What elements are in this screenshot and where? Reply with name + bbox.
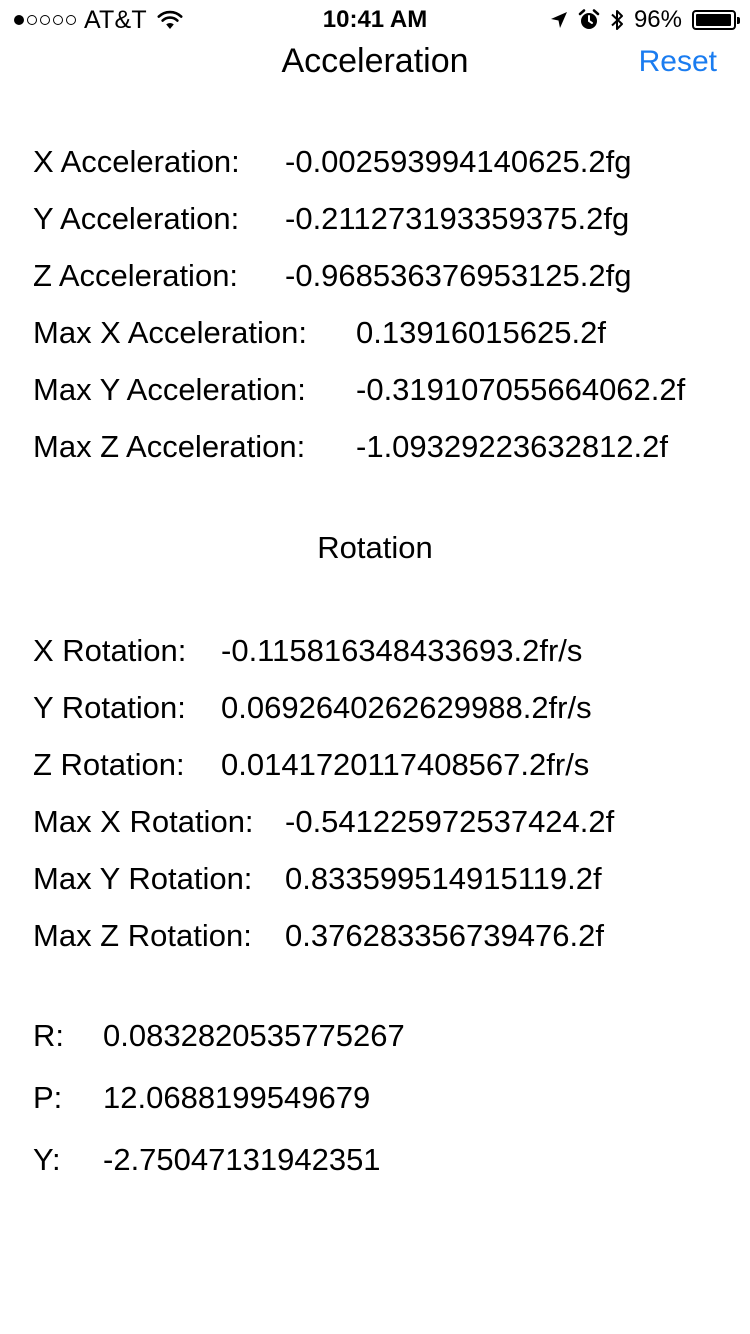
- z-rotation-label: Z Rotation:: [33, 747, 185, 782]
- max-y-acceleration-label: Max Y Acceleration:: [33, 372, 306, 407]
- pitch-value: 12.0688199549679: [103, 1080, 371, 1115]
- pitch-row: P: 12.0688199549679: [33, 1078, 370, 1118]
- max-z-acceleration-row: Max Z Acceleration: -1.09329223632812.2f: [33, 427, 668, 467]
- y-rotation-label: Y Rotation:: [33, 690, 186, 725]
- alarm-clock-icon: [578, 9, 600, 29]
- max-x-acceleration-label: Max X Acceleration:: [33, 315, 307, 350]
- status-bar: AT&T 10:41 AM 96%: [0, 0, 750, 40]
- yaw-label: Y:: [33, 1142, 61, 1177]
- location-arrow-icon: [550, 12, 567, 28]
- z-rotation-row: Z Rotation: 0.0141720117408567.2fr/s: [33, 745, 589, 785]
- x-acceleration-row: X Acceleration: -0.002593994140625.2fg: [33, 142, 632, 182]
- max-y-acceleration-value: -0.319107055664062.2f: [356, 372, 686, 407]
- battery-percent: 96%: [633, 6, 682, 33]
- max-x-rotation-row: Max X Rotation: -0.541225972537424.2f: [33, 802, 614, 842]
- bluetooth-icon: [611, 10, 623, 30]
- max-z-rotation-label: Max Z Rotation:: [33, 918, 252, 953]
- z-rotation-value: 0.0141720117408567.2fr/s: [221, 747, 590, 782]
- max-x-rotation-label: Max X Rotation:: [33, 804, 254, 839]
- x-rotation-value: -0.115816348433693.2fr/s: [221, 633, 583, 668]
- roll-value: 0.0832820535775267: [103, 1018, 405, 1053]
- max-y-rotation-value: 0.833599514915119.2f: [285, 861, 602, 896]
- reset-button[interactable]: Reset: [639, 42, 717, 82]
- z-acceleration-row: Z Acceleration: -0.968536376953125.2fg: [33, 256, 632, 296]
- max-x-rotation-value: -0.541225972537424.2f: [285, 804, 615, 839]
- yaw-value: -2.75047131942351: [103, 1142, 381, 1177]
- y-rotation-row: Y Rotation: 0.0692640262629988.2fr/s: [33, 688, 592, 728]
- x-acceleration-value: -0.002593994140625.2fg: [285, 144, 632, 179]
- max-y-rotation-row: Max Y Rotation: 0.833599514915119.2f: [33, 859, 602, 899]
- rotation-section-title: Rotation: [317, 530, 433, 565]
- battery-icon: [692, 10, 740, 30]
- max-y-acceleration-row: Max Y Acceleration: -0.319107055664062.2…: [33, 370, 685, 410]
- max-x-acceleration-value: 0.13916015625.2f: [356, 315, 606, 350]
- max-x-acceleration-row: Max X Acceleration: 0.13916015625.2f: [33, 313, 606, 353]
- roll-label: R:: [33, 1018, 64, 1053]
- x-rotation-label: X Rotation:: [33, 633, 187, 668]
- y-rotation-value: 0.0692640262629988.2fr/s: [221, 690, 592, 725]
- max-z-rotation-row: Max Z Rotation: 0.376283356739476.2f: [33, 916, 604, 956]
- y-acceleration-value: -0.211273193359375.2fg: [285, 201, 630, 236]
- max-z-acceleration-value: -1.09329223632812.2f: [356, 429, 669, 464]
- y-acceleration-label: Y Acceleration:: [33, 201, 240, 236]
- yaw-row: Y: -2.75047131942351: [33, 1140, 381, 1180]
- max-z-acceleration-label: Max Z Acceleration:: [33, 429, 306, 464]
- max-z-rotation-value: 0.376283356739476.2f: [285, 918, 604, 953]
- battery-level-fill: [696, 14, 731, 26]
- roll-row: R: 0.0832820535775267: [33, 1016, 405, 1056]
- max-y-rotation-label: Max Y Rotation:: [33, 861, 253, 896]
- battery-tip: [737, 17, 740, 24]
- status-right: 96%: [550, 6, 740, 33]
- y-acceleration-row: Y Acceleration: -0.211273193359375.2fg: [33, 199, 629, 239]
- x-rotation-row: X Rotation: -0.115816348433693.2fr/s: [33, 631, 582, 671]
- pitch-label: P:: [33, 1080, 63, 1115]
- z-acceleration-label: Z Acceleration:: [33, 258, 239, 293]
- z-acceleration-value: -0.968536376953125.2fg: [285, 258, 632, 293]
- x-acceleration-label: X Acceleration:: [33, 144, 240, 179]
- page-title: Acceleration: [281, 42, 469, 80]
